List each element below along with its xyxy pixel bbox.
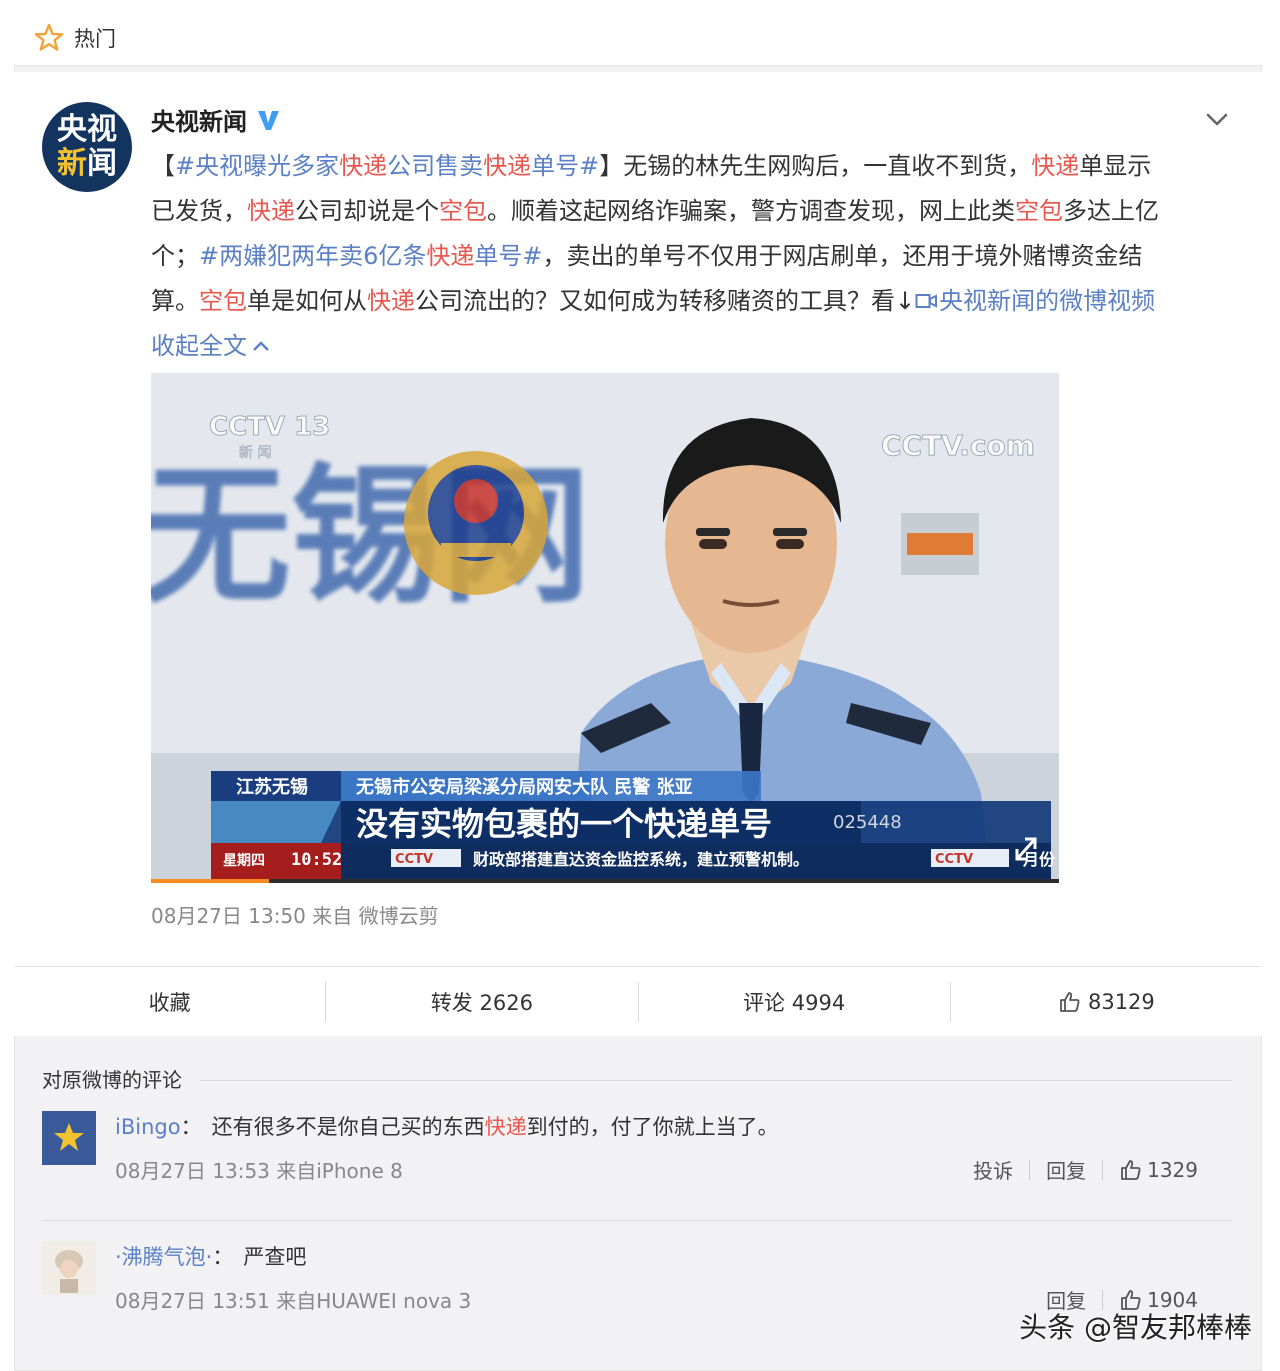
verified-icon <box>258 110 279 130</box>
channel-logo: CCTV 13 <box>209 412 330 442</box>
comments-header: 对原微博的评论 <box>42 1068 182 1092</box>
avatar-char-2: 闻 <box>87 146 117 181</box>
corner-logo: CCTV.com <box>881 429 1035 462</box>
chevron-down-icon[interactable] <box>1204 106 1230 132</box>
author-row: 央视新闻 <box>151 102 281 137</box>
divider <box>200 1080 1232 1081</box>
post-line-4: 算。空包单是如何从快递公司流出的？又如何成为转移赌资的工具？看↓ 央视新闻的微博视… <box>151 287 1156 315</box>
speaker-text: 无锡市公安局梁溪分局网安大队 民警 张亚 <box>356 776 693 798</box>
comment-button[interactable]: 评论 4994 <box>639 987 950 1017</box>
comment-username[interactable]: ·沸腾气泡· <box>115 1245 212 1269</box>
comment-time: 08月27日 13:53 来自iPhone 8 <box>115 1159 403 1183</box>
star-icon <box>34 23 64 51</box>
avatar[interactable] <box>42 1241 96 1295</box>
repost-button[interactable]: 转发 2626 <box>326 987 637 1017</box>
thumbs-up-icon <box>1060 991 1080 1012</box>
weibo-post: 央视 新闻 央视新闻 【#央视曝光多家快递公司售卖快递单号#】无锡的林先生网购后… <box>14 72 1262 966</box>
action-bar: 收藏 转发 2626 评论 4994 83129 <box>14 966 1262 1036</box>
author-name[interactable]: 央视新闻 <box>151 102 247 137</box>
hot-label: 热门 <box>74 26 116 51</box>
reply-button[interactable]: 回复 <box>1030 1155 1102 1184</box>
svg-text:CCTV: CCTV <box>935 852 973 867</box>
watermark: 头条 @智友邦棒棒 <box>1019 1311 1252 1344</box>
comment-text: iBingo： 还有很多不是你自己买的东西快递到付的，付了你就上当了。 <box>115 1115 779 1139</box>
clock-text: 10:52 <box>291 850 342 870</box>
collapse-link[interactable]: 收起全文 <box>151 332 271 360</box>
ticker-tail: 月份 <box>1022 850 1056 869</box>
topic-link[interactable]: #两嫌犯两年卖6亿条快递单号# <box>199 242 543 270</box>
post-line-3: 个；#两嫌犯两年卖6亿条快递单号#，卖出的单号不仅用于网店刷单，还用于境外赌博资… <box>151 242 1143 270</box>
hot-header: 热门 <box>14 10 1262 66</box>
avatar-char-1: 新 <box>57 146 87 181</box>
badge-text: 025448 <box>833 812 902 833</box>
video-icon <box>915 294 938 308</box>
comment-label: 评论 4994 <box>743 990 846 1015</box>
author-avatar[interactable]: 央视 新闻 <box>42 102 132 192</box>
comment-item: ·沸腾气泡·： 严查吧 08月27日 13:51 来自HUAWEI nova 3 … <box>42 1241 1232 1313</box>
avatar[interactable] <box>42 1111 96 1165</box>
collect-label: 收藏 <box>148 990 191 1015</box>
comment-username[interactable]: iBingo <box>115 1115 181 1139</box>
thumbs-up-icon <box>1121 1159 1141 1180</box>
post-text: 【#央视曝光多家快递公司售卖快递单号#】无锡的林先生网购后，一直收不到货，快递单… <box>151 144 1231 369</box>
emblem-icon <box>404 451 548 595</box>
comment-time: 08月27日 13:51 来自HUAWEI nova 3 <box>115 1289 472 1313</box>
like-button[interactable]: 83129 <box>951 990 1262 1014</box>
ticker-text: 财政部搭建直达资金监控系统，建立预警机制。 <box>472 850 809 869</box>
comment-text: ·沸腾气泡·： 严查吧 <box>115 1245 307 1269</box>
like-count: 83129 <box>1087 989 1155 1014</box>
channel-sub: 新 闻 <box>239 445 271 461</box>
comment-ops: 投诉 回复 1329 <box>957 1155 1214 1184</box>
svg-text:CCTV: CCTV <box>395 852 433 867</box>
topic-link[interactable]: #央视曝光多家快递公司售卖快递单号# <box>175 152 599 180</box>
collect-button[interactable]: 收藏 <box>14 987 325 1017</box>
comment-item: iBingo： 还有很多不是你自己买的东西快递到付的，付了你就上当了。 08月27… <box>42 1111 1232 1183</box>
video-player[interactable]: 无锡网 江苏无锡 无锡市公安局梁溪分局网安大队 民警 张亚 没有实物包裹的一个快… <box>151 373 1059 883</box>
post-line-1: 【#央视曝光多家快递公司售卖快递单号#】无锡的林先生网购后，一直收不到货，快递单… <box>151 152 1152 180</box>
avatar-text-bottom: 新闻 <box>57 147 117 181</box>
chevron-up-icon <box>253 341 269 351</box>
video-frame: 无锡网 江苏无锡 无锡市公安局梁溪分局网安大队 民警 张亚 没有实物包裹的一个快… <box>151 373 1059 883</box>
avatar-text-top: 央视 <box>57 112 117 147</box>
location-text: 江苏无锡 <box>236 776 308 798</box>
post-meta: 08月27日 13:50 来自 微博云剪 <box>151 904 439 928</box>
comment-like-button[interactable]: 1329 <box>1103 1158 1214 1182</box>
post-line-5: 收起全文 <box>151 324 1231 369</box>
post-line-2: 已发货，快递公司却说是个空包。顺着这起网络诈骗案，警方调查发现，网上此类空包多达… <box>151 197 1159 225</box>
progress-track[interactable] <box>151 879 1059 883</box>
weekday-text: 星期四 <box>223 853 265 869</box>
divider <box>42 1220 1232 1221</box>
video-link[interactable]: 央视新闻的微博视频 <box>915 287 1155 315</box>
progress-fill <box>151 879 270 883</box>
report-button[interactable]: 投诉 <box>957 1155 1029 1184</box>
repost-label: 转发 2626 <box>430 990 533 1015</box>
caption-text: 没有实物包裹的一个快递单号 <box>356 805 772 843</box>
